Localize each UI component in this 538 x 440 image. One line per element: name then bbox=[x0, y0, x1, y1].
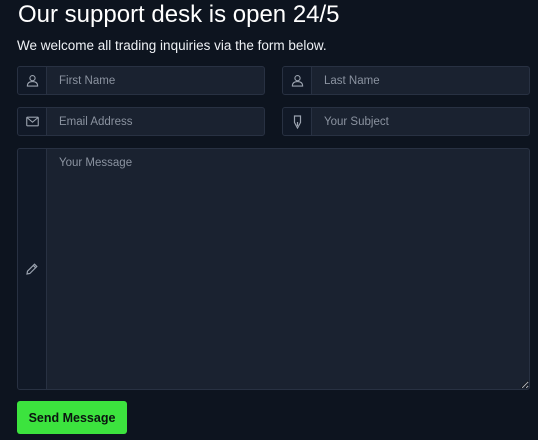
user-icon bbox=[283, 67, 312, 94]
envelope-icon bbox=[18, 108, 47, 135]
subject-field-group bbox=[282, 107, 530, 136]
page-title: Our support desk is open 24/5 bbox=[18, 1, 340, 28]
pen-nib-icon bbox=[283, 108, 312, 135]
email-field-group bbox=[17, 107, 265, 136]
email-input[interactable] bbox=[47, 108, 264, 135]
last-name-field-group bbox=[282, 66, 530, 95]
first-name-field-group bbox=[17, 66, 265, 95]
subject-input[interactable] bbox=[312, 108, 529, 135]
first-name-input[interactable] bbox=[47, 67, 264, 94]
user-icon bbox=[18, 67, 47, 94]
message-textarea[interactable] bbox=[47, 149, 529, 389]
message-field-group bbox=[17, 148, 530, 390]
pencil-icon bbox=[18, 149, 47, 389]
page-subtitle: We welcome all trading inquiries via the… bbox=[17, 38, 327, 53]
last-name-input[interactable] bbox=[312, 67, 529, 94]
send-message-button[interactable]: Send Message bbox=[17, 401, 127, 434]
